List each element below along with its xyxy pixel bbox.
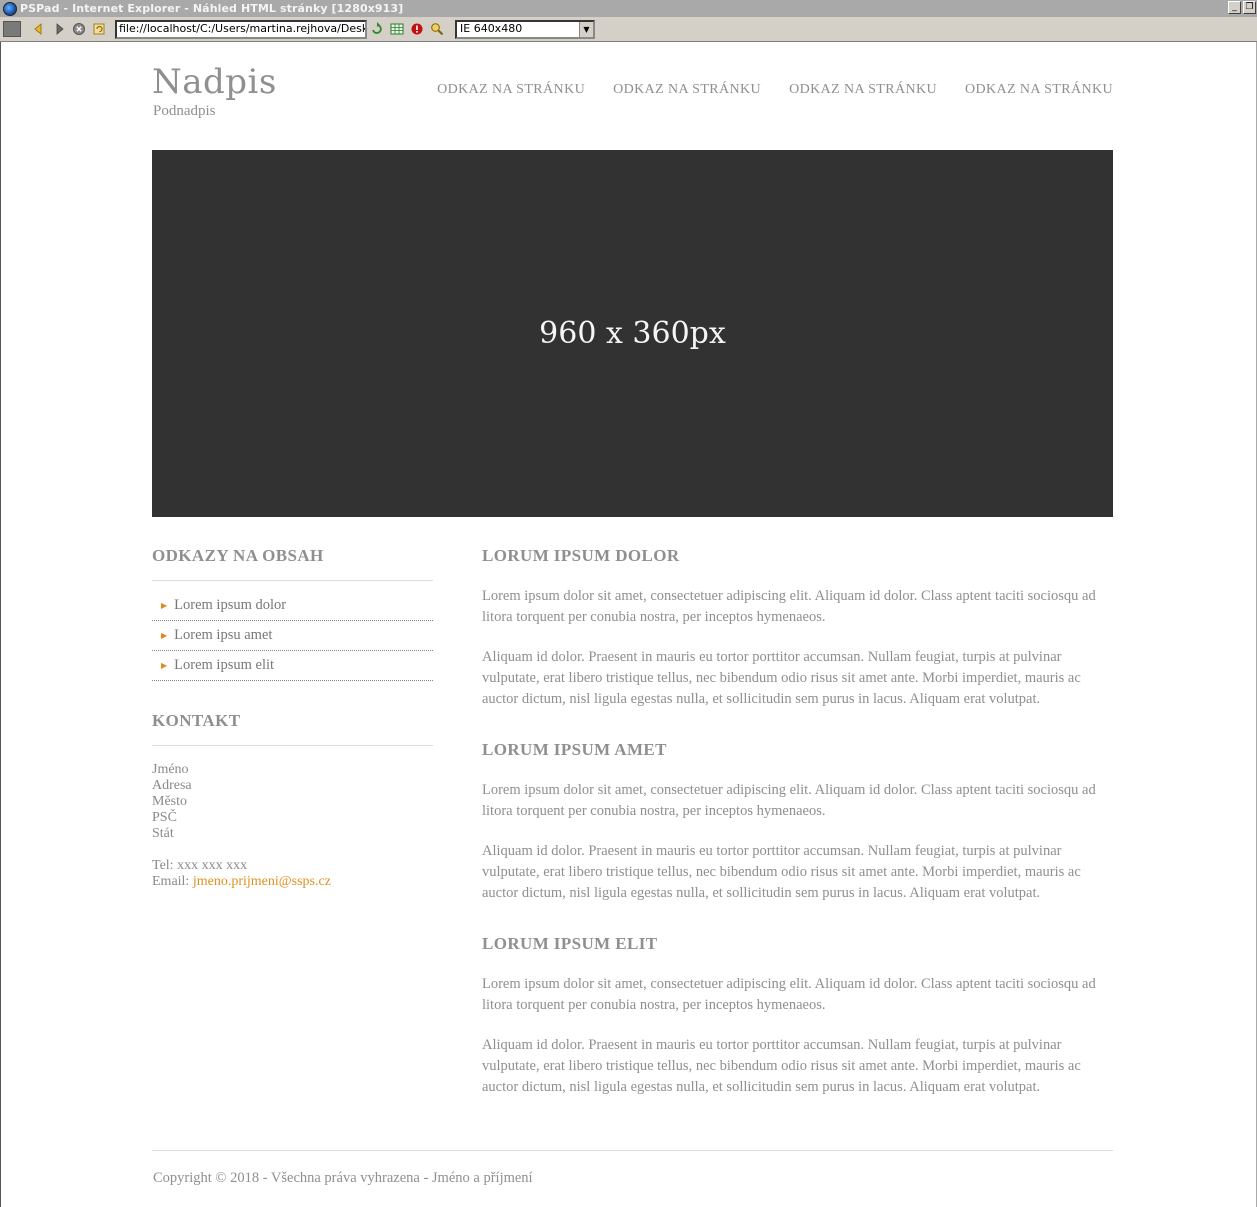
section-paragraph: Lorem ipsum dolor sit amet, consectetuer…	[482, 782, 1096, 819]
chevron-down-icon[interactable]: ▼	[579, 21, 593, 37]
contact-name: Jméno	[152, 762, 189, 777]
toggle-panel-icon[interactable]	[3, 21, 21, 37]
hero-placeholder-image: 960 x 360px	[152, 150, 1113, 517]
content-section: LORUM IPSUM DOLOR Lorem ipsum dolor sit …	[482, 546, 1113, 710]
browser-toolbar: file://localhost/C:/Users/martina.rejhov…	[0, 17, 1257, 42]
page-viewport: Nadpis Podnadpis ODKAZ NA STRÁNKU ODKAZ …	[0, 42, 1257, 1207]
window-controls: _ ❐	[1228, 1, 1256, 14]
section-paragraph: Aliquam id dolor. Praesent in mauris eu …	[482, 649, 1081, 707]
content-link-label[interactable]: Lorem ipsum dolor	[174, 597, 286, 614]
nav-link-4[interactable]: ODKAZ NA STRÁNKU	[965, 82, 1113, 98]
back-icon[interactable]	[29, 19, 49, 39]
site-subtitle: Podnadpis	[153, 103, 216, 119]
contact-heading: KONTAKT	[152, 711, 433, 746]
sidebar: ODKAZY NA OBSAH ▶ Lorem ipsum dolor ▶ Lo…	[152, 546, 433, 890]
section-heading: LORUM IPSUM ELIT	[482, 934, 658, 953]
content-link-label[interactable]: Lorem ipsum elit	[174, 657, 274, 674]
content-link-label[interactable]: Lorem ipsu amet	[174, 627, 272, 644]
site-title: Nadpis	[152, 62, 277, 102]
email-label: Email:	[152, 874, 193, 889]
links-heading: ODKAZY NA OBSAH	[152, 546, 433, 581]
contact-block: Jméno Adresa Město PSČ Stát Tel: xxx xxx…	[152, 762, 433, 890]
restore-button[interactable]: ❐	[1243, 1, 1256, 14]
stop-icon[interactable]	[69, 19, 89, 39]
section-heading: LORUM IPSUM DOLOR	[482, 546, 680, 565]
section-paragraph: Aliquam id dolor. Praesent in mauris eu …	[482, 843, 1081, 901]
browser-size-value: IE 640x480	[460, 21, 523, 35]
content-section: LORUM IPSUM AMET Lorem ipsum dolor sit a…	[482, 740, 1113, 904]
forward-icon[interactable]	[49, 19, 69, 39]
app-icon	[3, 1, 17, 16]
hero-label: 960 x 360px	[539, 316, 726, 351]
content-link-item[interactable]: ▶ Lorem ipsum elit	[152, 651, 433, 681]
window-title-bar: PSPad - Internet Explorer - Náhled HTML …	[0, 0, 1257, 17]
main-content: LORUM IPSUM DOLOR Lorem ipsum dolor sit …	[482, 546, 1113, 1128]
content-link-item[interactable]: ▶ Lorem ipsum dolor	[152, 591, 433, 621]
contact-city: Město	[152, 794, 187, 809]
content-links: ▶ Lorem ipsum dolor ▶ Lorem ipsu amet ▶ …	[152, 591, 433, 681]
main-nav: ODKAZ NA STRÁNKU ODKAZ NA STRÁNKU ODKAZ …	[437, 82, 1113, 98]
email-link[interactable]: jmeno.prijmeni@ssps.cz	[193, 874, 331, 889]
nav-link-1[interactable]: ODKAZ NA STRÁNKU	[437, 82, 585, 98]
grid-icon[interactable]	[387, 19, 407, 39]
nav-link-2[interactable]: ODKAZ NA STRÁNKU	[613, 82, 761, 98]
arrow-bullet-icon: ▶	[161, 631, 168, 640]
refresh-icon[interactable]	[89, 19, 109, 39]
contact-zip: PSČ	[152, 810, 177, 825]
nav-link-3[interactable]: ODKAZ NA STRÁNKU	[789, 82, 937, 98]
contact-country: Stát	[152, 826, 174, 841]
content-link-item[interactable]: ▶ Lorem ipsu amet	[152, 621, 433, 651]
footer-copyright: Copyright © 2018 - Všechna práva vyhraze…	[153, 1170, 533, 1186]
contact-email-row: Email: jmeno.prijmeni@ssps.cz	[152, 874, 433, 890]
search-settings-icon[interactable]	[427, 19, 447, 39]
section-heading: LORUM IPSUM AMET	[482, 740, 667, 759]
browser-size-select[interactable]: IE 640x480 ▼	[455, 19, 595, 39]
contact-phone: Tel: xxx xxx xxx	[152, 858, 248, 873]
arrow-bullet-icon: ▶	[161, 661, 168, 670]
section-paragraph: Lorem ipsum dolor sit amet, consectetuer…	[482, 976, 1096, 1013]
go-icon[interactable]	[367, 19, 387, 39]
section-paragraph: Lorem ipsum dolor sit amet, consectetuer…	[482, 588, 1096, 625]
footer-divider	[152, 1150, 1113, 1151]
arrow-bullet-icon: ▶	[161, 601, 168, 610]
url-field[interactable]: file://localhost/C:/Users/martina.rejhov…	[115, 19, 367, 39]
error-icon[interactable]	[407, 19, 427, 39]
content-section: LORUM IPSUM ELIT Lorem ipsum dolor sit a…	[482, 934, 1113, 1098]
window-title: PSPad - Internet Explorer - Náhled HTML …	[20, 2, 404, 15]
section-paragraph: Aliquam id dolor. Praesent in mauris eu …	[482, 1037, 1081, 1095]
contact-address: Adresa	[152, 778, 192, 793]
minimize-button[interactable]: _	[1228, 1, 1241, 14]
